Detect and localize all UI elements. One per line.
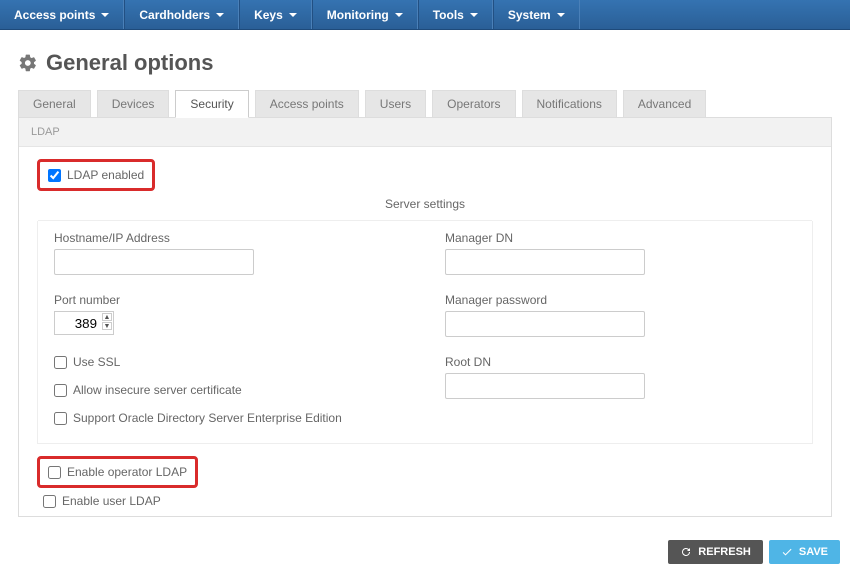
page-title-text: General options xyxy=(46,50,213,76)
manager-dn-input[interactable] xyxy=(445,249,645,275)
use-ssl-checkbox[interactable] xyxy=(54,356,67,369)
root-dn-input[interactable] xyxy=(445,373,645,399)
enable-operator-label: Enable operator LDAP xyxy=(67,465,187,479)
save-label: SAVE xyxy=(799,546,828,558)
refresh-icon xyxy=(680,546,692,558)
support-oracle-row[interactable]: Support Oracle Directory Server Enterpri… xyxy=(54,411,405,425)
tab-general[interactable]: General xyxy=(18,90,91,118)
manager-dn-label: Manager DN xyxy=(445,231,796,245)
highlight-ldap-enabled: LDAP enabled xyxy=(37,159,155,191)
nav-label: Cardholders xyxy=(139,8,210,22)
nav-label: System xyxy=(508,8,551,22)
caret-down-icon xyxy=(470,13,478,17)
caret-down-icon xyxy=(557,13,565,17)
spinner-down-icon[interactable]: ▼ xyxy=(102,322,112,330)
tabs: General Devices Security Access points U… xyxy=(18,90,832,118)
nav-label: Access points xyxy=(14,8,95,22)
manager-pw-label: Manager password xyxy=(445,293,796,307)
page-title: General options xyxy=(18,50,832,76)
nav-cardholders[interactable]: Cardholders xyxy=(124,0,239,29)
enable-operator-checkbox[interactable] xyxy=(48,466,61,479)
use-ssl-label: Use SSL xyxy=(73,355,120,369)
tab-devices[interactable]: Devices xyxy=(97,90,170,118)
nav-monitoring[interactable]: Monitoring xyxy=(312,0,418,29)
ldap-section-header: LDAP xyxy=(19,118,831,147)
footer-actions: REFRESH SAVE xyxy=(668,540,840,564)
server-settings-legend: Server settings xyxy=(37,197,813,211)
ldap-enabled-label: LDAP enabled xyxy=(67,168,144,182)
ldap-enabled-row[interactable]: LDAP enabled xyxy=(48,168,144,182)
use-ssl-row[interactable]: Use SSL xyxy=(54,355,405,369)
tab-operators[interactable]: Operators xyxy=(432,90,515,118)
nav-label: Keys xyxy=(254,8,283,22)
nav-tools[interactable]: Tools xyxy=(418,0,493,29)
nav-keys[interactable]: Keys xyxy=(239,0,312,29)
manager-pw-input[interactable] xyxy=(445,311,645,337)
tab-access-points[interactable]: Access points xyxy=(255,90,359,118)
tab-advanced[interactable]: Advanced xyxy=(623,90,706,118)
nav-label: Tools xyxy=(433,8,464,22)
spinner-up-icon[interactable]: ▲ xyxy=(102,313,112,321)
nav-system[interactable]: System xyxy=(493,0,580,29)
refresh-button[interactable]: REFRESH xyxy=(668,540,763,564)
caret-down-icon xyxy=(289,13,297,17)
highlight-enable-operator: Enable operator LDAP xyxy=(37,456,198,488)
enable-user-row[interactable]: Enable user LDAP xyxy=(43,494,813,508)
caret-down-icon xyxy=(216,13,224,17)
nav-access-points[interactable]: Access points xyxy=(0,0,124,29)
caret-down-icon xyxy=(101,13,109,17)
support-oracle-label: Support Oracle Directory Server Enterpri… xyxy=(73,411,342,425)
enable-operator-row[interactable]: Enable operator LDAP xyxy=(48,465,187,479)
port-label: Port number xyxy=(54,293,405,307)
allow-insecure-checkbox[interactable] xyxy=(54,384,67,397)
refresh-label: REFRESH xyxy=(698,546,751,558)
support-oracle-checkbox[interactable] xyxy=(54,412,67,425)
check-icon xyxy=(781,546,793,558)
nav-label: Monitoring xyxy=(327,8,389,22)
allow-insecure-row[interactable]: Allow insecure server certificate xyxy=(54,383,405,397)
tab-notifications[interactable]: Notifications xyxy=(522,90,617,118)
enable-user-label: Enable user LDAP xyxy=(62,494,161,508)
allow-insecure-label: Allow insecure server certificate xyxy=(73,383,242,397)
tab-users[interactable]: Users xyxy=(365,90,426,118)
tab-security[interactable]: Security xyxy=(175,90,248,118)
port-spinner: ▲ ▼ xyxy=(102,313,112,330)
hostname-label: Hostname/IP Address xyxy=(54,231,405,245)
save-button[interactable]: SAVE xyxy=(769,540,840,564)
ldap-enabled-checkbox[interactable] xyxy=(48,169,61,182)
caret-down-icon xyxy=(395,13,403,17)
settings-panel[interactable]: LDAP LDAP enabled Server settings Hostna… xyxy=(18,117,832,517)
top-nav: Access points Cardholders Keys Monitorin… xyxy=(0,0,850,30)
gear-icon xyxy=(18,53,38,73)
root-dn-label: Root DN xyxy=(445,355,796,369)
enable-user-checkbox[interactable] xyxy=(43,495,56,508)
hostname-input[interactable] xyxy=(54,249,254,275)
